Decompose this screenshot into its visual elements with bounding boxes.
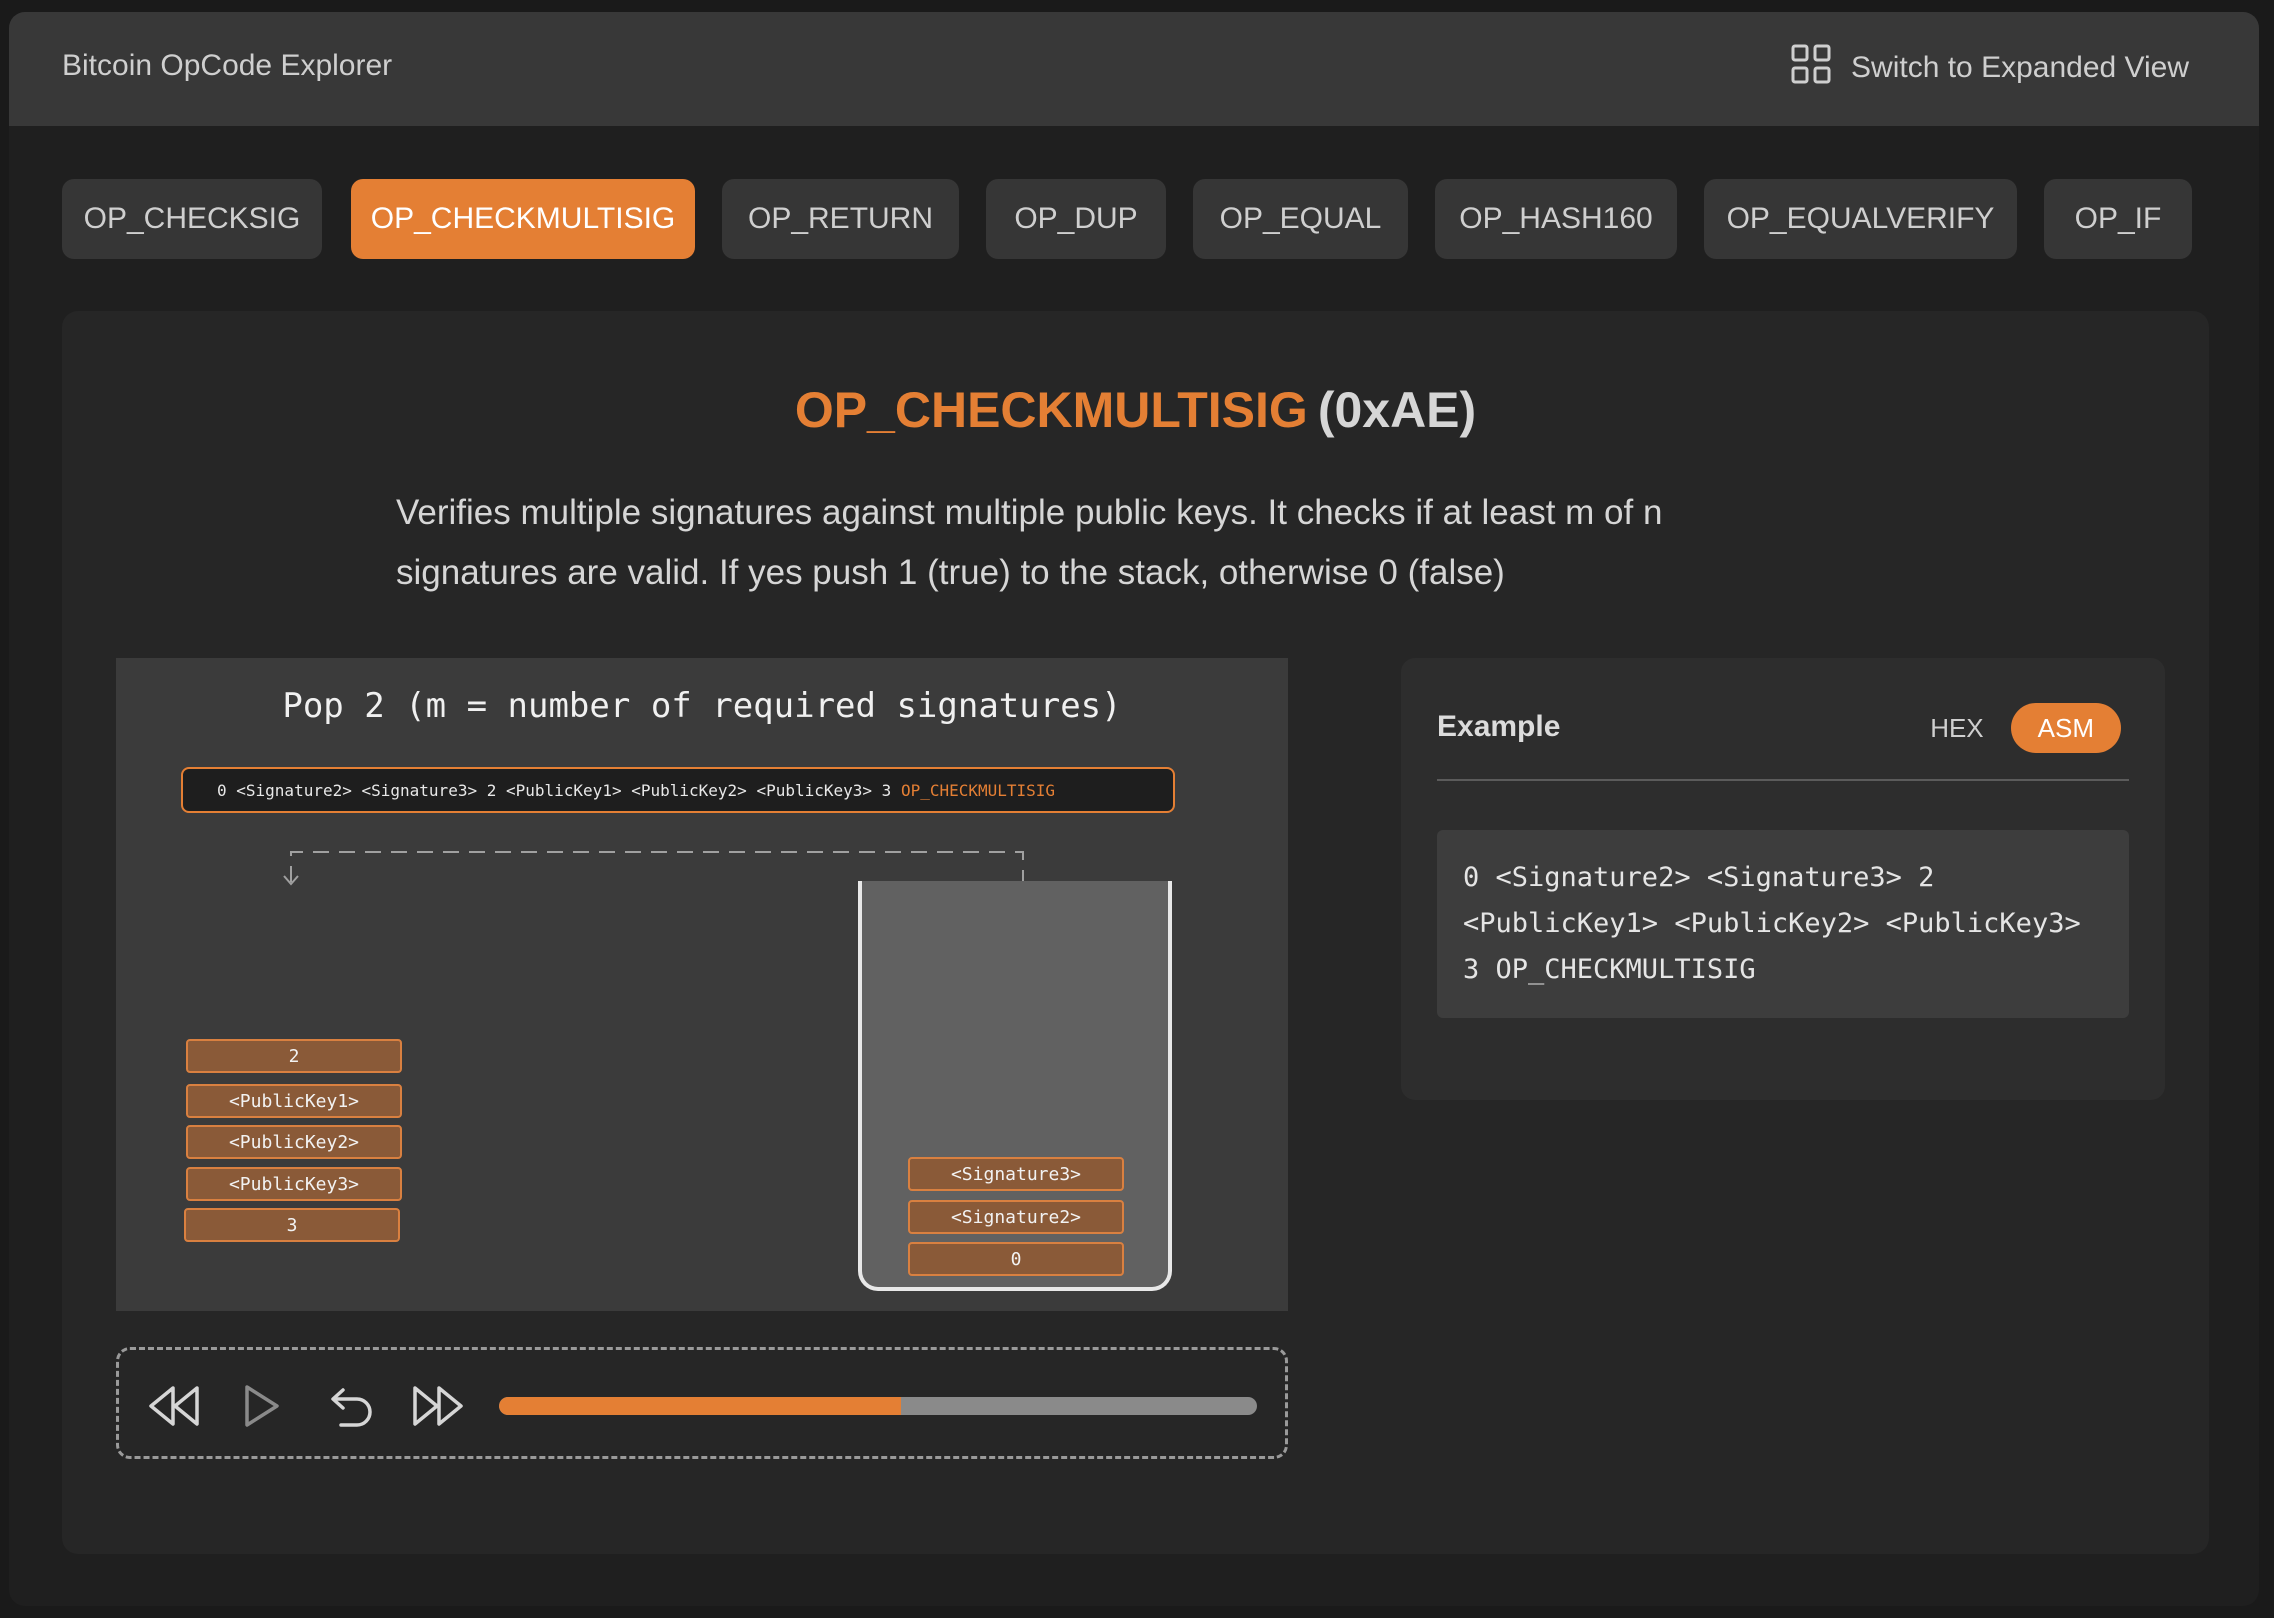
tab-op-checksig[interactable]: OP_CHECKSIG [62, 179, 322, 259]
popped-item: <PublicKey3> [186, 1167, 402, 1201]
switch-expanded-view-label: Switch to Expanded View [1851, 51, 2189, 84]
opcode-description: Verifies multiple signatures against mul… [396, 493, 1663, 592]
playback-controls [116, 1347, 1288, 1459]
fast-forward-icon[interactable] [411, 1384, 465, 1433]
format-toggle: HEX ASM [1903, 703, 2121, 753]
popped-item: 3 [184, 1208, 400, 1242]
tab-op-equal[interactable]: OP_EQUAL [1193, 179, 1408, 259]
progress-bar[interactable] [499, 1397, 1257, 1415]
grid-icon [1791, 44, 1851, 92]
example-title: Example [1437, 710, 1561, 743]
example-divider [1437, 779, 2129, 781]
stack-visualization: Pop 2 (m = number of required signatures… [116, 658, 1288, 1311]
tab-op-if[interactable]: OP_IF [2044, 179, 2192, 259]
tab-op-dup[interactable]: OP_DUP [986, 179, 1166, 259]
asm-toggle-button[interactable]: ASM [2010, 703, 2121, 753]
play-icon[interactable] [241, 1384, 281, 1433]
tab-op-checkmultisig[interactable]: OP_CHECKMULTISIG [351, 179, 695, 259]
example-card: Example HEX ASM 0 <Signature2> <Signatur… [1401, 658, 2165, 1100]
opcode-name: OP_CHECKMULTISIG [794, 382, 1308, 438]
popped-item: 2 [186, 1039, 402, 1073]
top-bar: Bitcoin OpCode Explorer Switch to Expand… [9, 12, 2259, 126]
popped-item: <PublicKey1> [186, 1084, 402, 1118]
tab-op-hash160[interactable]: OP_HASH160 [1435, 179, 1677, 259]
opcode-panel: OP_CHECKMULTISIG (0xAE) Verifies multiple… [62, 311, 2209, 1554]
undo-icon[interactable] [329, 1384, 375, 1433]
stack-item: 0 [908, 1242, 1124, 1276]
opcode-heading: OP_CHECKMULTISIG (0xAE) [62, 381, 2209, 439]
switch-expanded-view-button[interactable]: Switch to Expanded View [1791, 42, 2189, 94]
stack-item: <Signature2> [908, 1200, 1124, 1234]
hex-toggle-button[interactable]: HEX [1903, 703, 2010, 753]
app-window: Bitcoin OpCode Explorer Switch to Expand… [9, 12, 2259, 1606]
progress-fill [499, 1397, 901, 1415]
tab-op-return[interactable]: OP_RETURN [722, 179, 959, 259]
stack-item: <Signature3> [908, 1157, 1124, 1191]
tab-op-equalverify[interactable]: OP_EQUALVERIFY [1704, 179, 2017, 259]
opcode-hex: (0xAE) [1317, 382, 1477, 438]
app-title: Bitcoin OpCode Explorer [62, 49, 393, 82]
popped-item: <PublicKey2> [186, 1125, 402, 1159]
rewind-icon[interactable] [147, 1384, 201, 1433]
example-code: 0 <Signature2> <Signature3> 2 <PublicKey… [1437, 830, 2129, 1018]
